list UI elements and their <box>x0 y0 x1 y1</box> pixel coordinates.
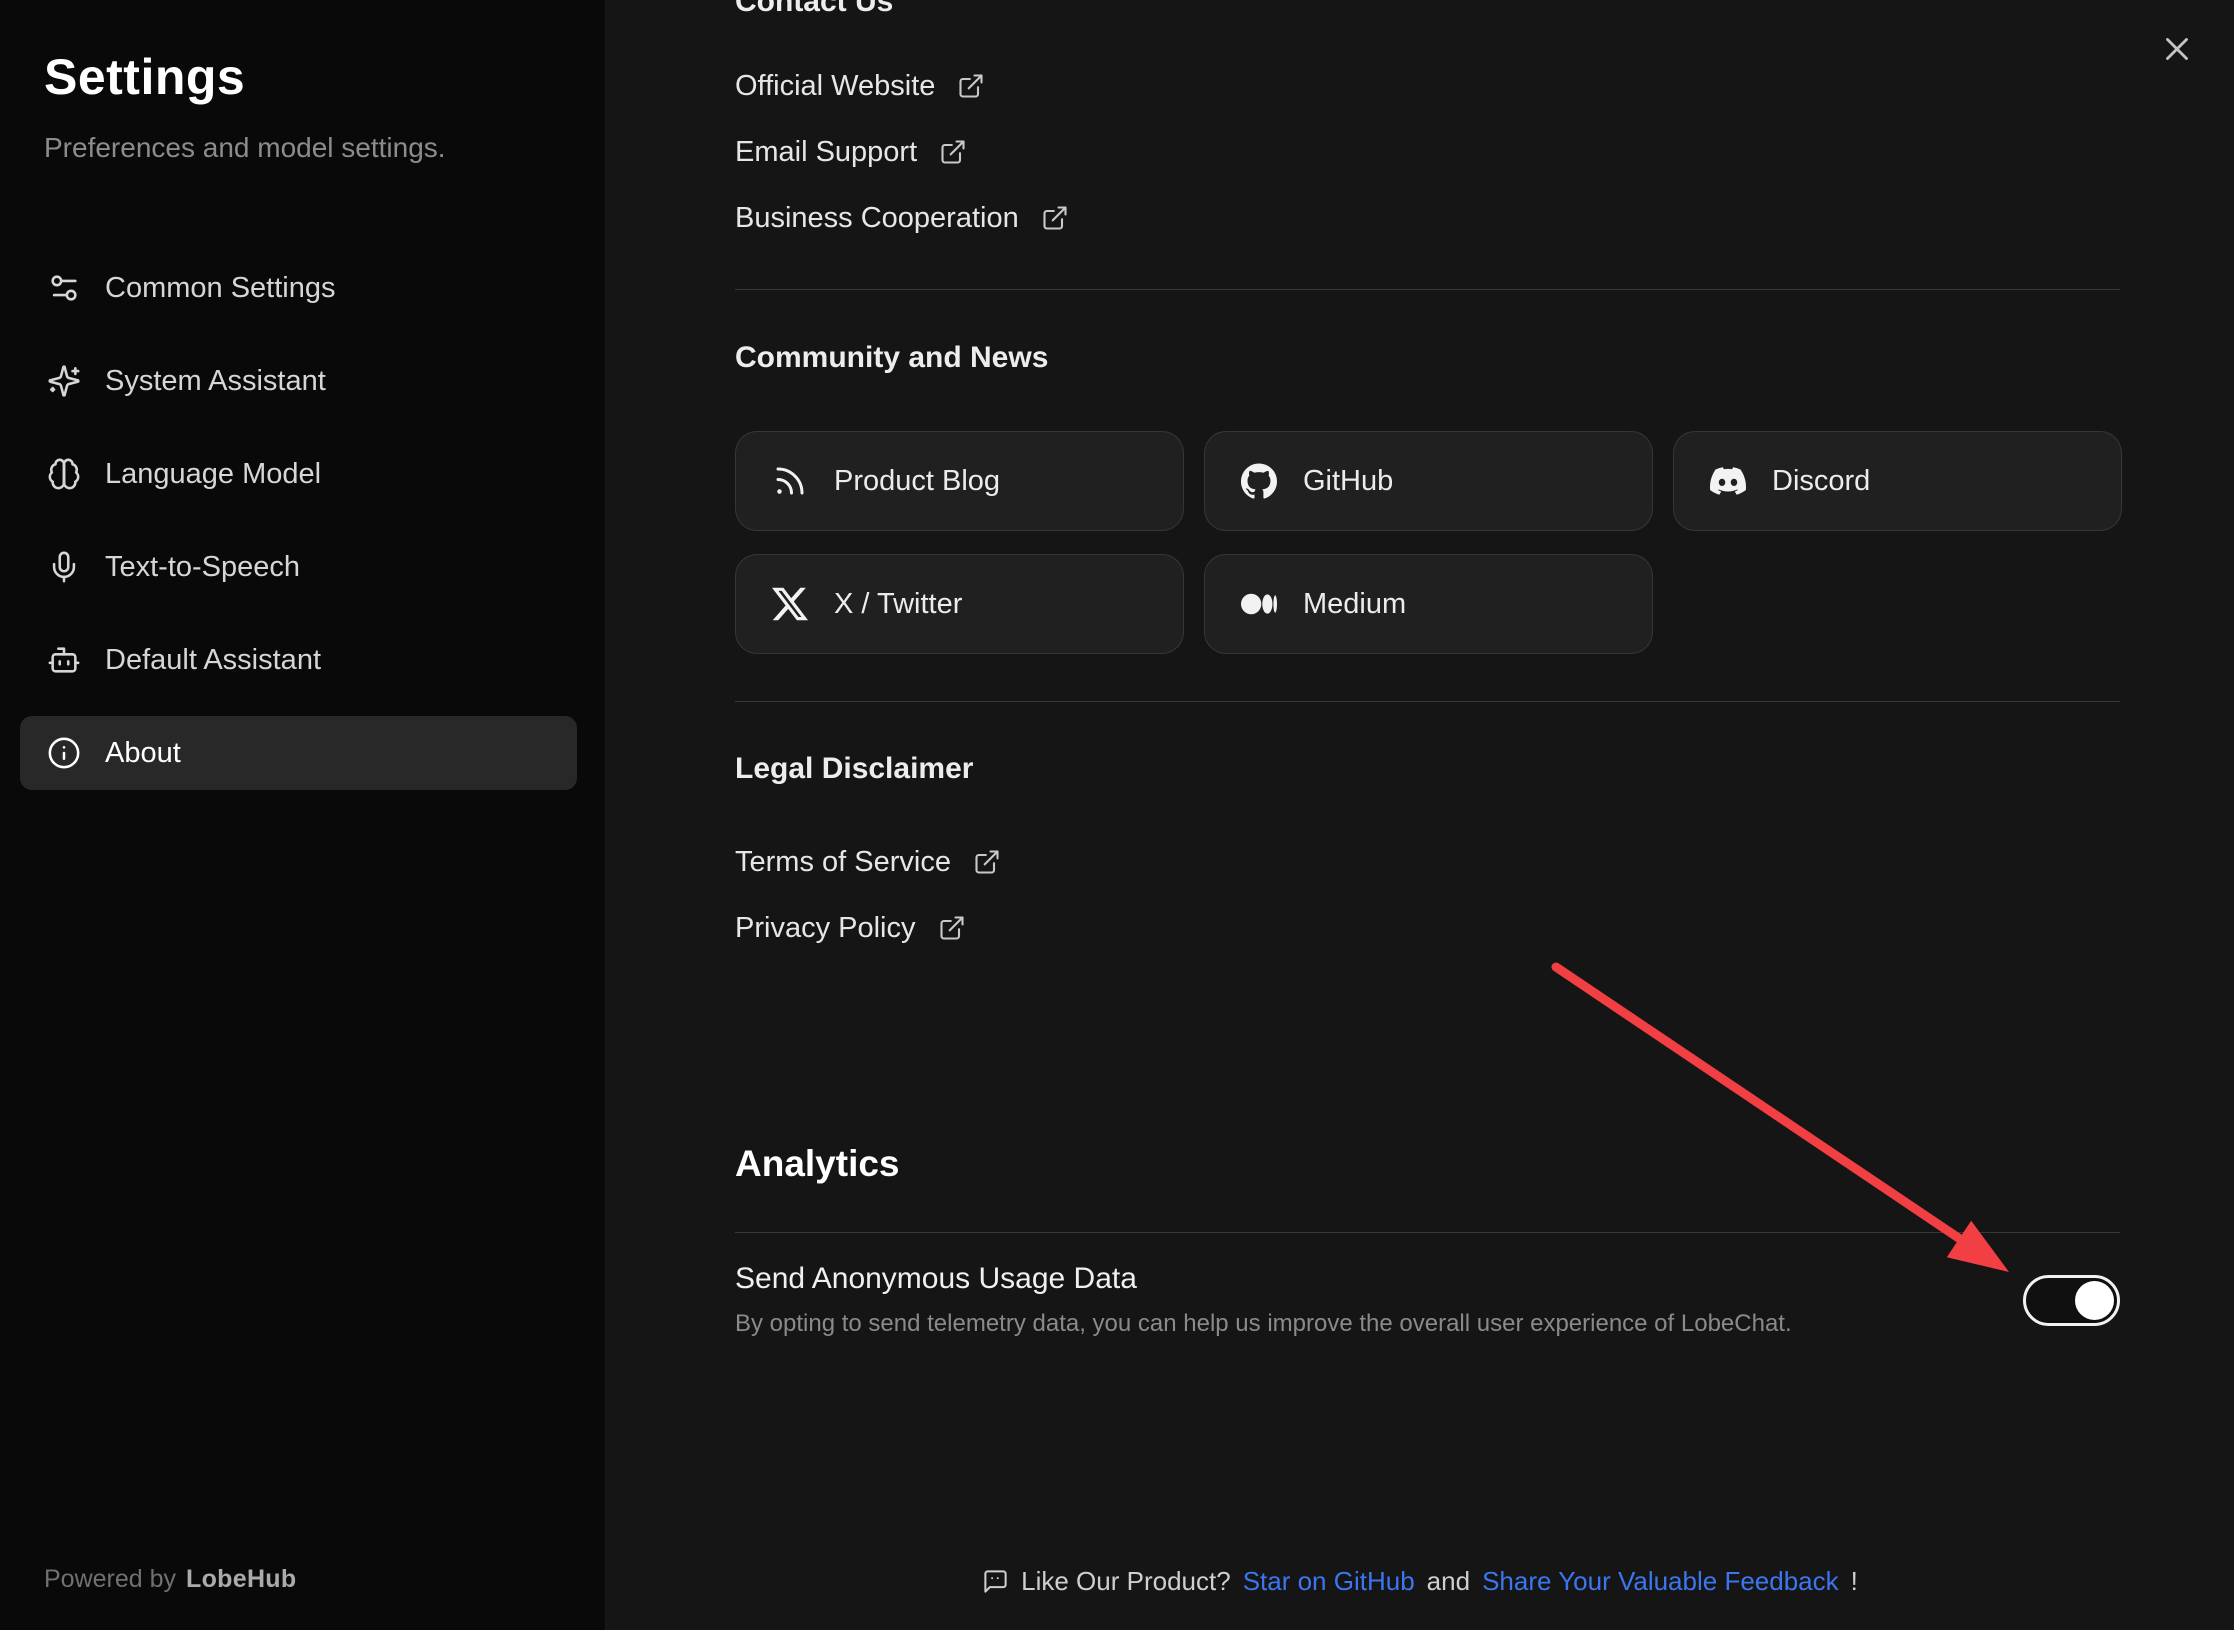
mic-icon <box>47 550 81 584</box>
discord-button[interactable]: Discord <box>1673 431 2122 531</box>
sidebar-item-system-assistant[interactable]: System Assistant <box>20 344 577 418</box>
sidebar-item-label: System Assistant <box>105 365 326 398</box>
terms-of-service-link[interactable]: Terms of Service <box>735 829 1001 895</box>
sidebar-item-label: About <box>105 737 181 770</box>
link-label: Email Support <box>735 136 917 169</box>
setting-description: By opting to send telemetry data, you ca… <box>735 1307 1792 1341</box>
sparkles-icon <box>47 364 81 398</box>
github-button[interactable]: GitHub <box>1204 431 1653 531</box>
sidebar-item-common-settings[interactable]: Common Settings <box>20 251 577 325</box>
official-website-link[interactable]: Official Website <box>735 53 985 119</box>
sidebar-item-language-model[interactable]: Language Model <box>20 437 577 511</box>
about-panel: Contact Us Official Website Email Suppor… <box>606 0 2234 1630</box>
star-on-github-link[interactable]: Star on GitHub <box>1243 1566 1415 1597</box>
toggle-knob <box>2075 1281 2114 1320</box>
email-support-link[interactable]: Email Support <box>735 119 967 185</box>
lobehub-brand[interactable]: LobeHub <box>186 1565 296 1593</box>
button-label: Product Blog <box>834 465 1000 498</box>
rss-icon <box>772 463 808 499</box>
community-heading: Community and News <box>735 340 2120 376</box>
link-label: Business Cooperation <box>735 202 1019 235</box>
sidebar-item-label: Text-to-Speech <box>105 551 300 584</box>
send-usage-toggle[interactable] <box>2023 1275 2120 1326</box>
page-subtitle: Preferences and model settings. <box>44 132 605 164</box>
analytics-heading: Analytics <box>735 1142 2120 1186</box>
page-footer: Like Our Product? Star on GitHub and Sha… <box>606 1566 2234 1597</box>
info-icon <box>47 736 81 770</box>
setting-text: Send Anonymous Usage Data By opting to s… <box>735 1259 1792 1341</box>
external-link-icon <box>939 138 967 166</box>
medium-button[interactable]: Medium <box>1204 554 1653 654</box>
sidebar-item-label: Common Settings <box>105 272 336 305</box>
business-cooperation-link[interactable]: Business Cooperation <box>735 185 1069 251</box>
setting-label: Send Anonymous Usage Data <box>735 1259 1792 1299</box>
share-feedback-link[interactable]: Share Your Valuable Feedback <box>1482 1566 1839 1597</box>
external-link-icon <box>1041 204 1069 232</box>
legal-links: Terms of Service Privacy Policy <box>735 829 2120 961</box>
footer-text: ! <box>1851 1566 1858 1597</box>
button-label: X / Twitter <box>834 588 962 621</box>
sidebar-item-label: Language Model <box>105 458 321 491</box>
button-label: GitHub <box>1303 465 1393 498</box>
bot-icon <box>47 643 81 677</box>
contact-links: Official Website Email Support Business … <box>735 53 2120 251</box>
sidebar-item-label: Default Assistant <box>105 644 321 677</box>
github-icon <box>1241 463 1277 499</box>
legal-heading: Legal Disclaimer <box>735 751 2120 787</box>
feedback-bubble-icon <box>982 1568 1009 1595</box>
section-divider <box>735 289 2120 290</box>
external-link-icon <box>938 914 966 942</box>
external-link-icon <box>957 72 985 100</box>
powered-by: Powered by LobeHub <box>44 1565 296 1594</box>
discord-icon <box>1710 463 1746 499</box>
sidebar-item-text-to-speech[interactable]: Text-to-Speech <box>20 530 577 604</box>
x-twitter-button[interactable]: X / Twitter <box>735 554 1184 654</box>
settings-nav: Common Settings System Assistant Languag… <box>20 251 577 809</box>
product-blog-button[interactable]: Product Blog <box>735 431 1184 531</box>
powered-by-text: Powered by <box>44 1565 176 1593</box>
x-icon <box>772 586 808 622</box>
settings-sidebar: Settings Preferences and model settings.… <box>0 0 606 1630</box>
privacy-policy-link[interactable]: Privacy Policy <box>735 895 966 961</box>
button-label: Discord <box>1772 465 1870 498</box>
medium-icon <box>1241 586 1277 622</box>
button-label: Medium <box>1303 588 1406 621</box>
link-label: Official Website <box>735 70 935 103</box>
brain-icon <box>47 457 81 491</box>
sidebar-item-default-assistant[interactable]: Default Assistant <box>20 623 577 697</box>
sidebar-item-about[interactable]: About <box>20 716 577 790</box>
section-divider <box>735 701 2120 702</box>
footer-text: and <box>1427 1566 1470 1597</box>
section-divider <box>735 1232 2120 1233</box>
send-usage-setting: Send Anonymous Usage Data By opting to s… <box>735 1259 2120 1341</box>
community-buttons: Product Blog GitHub Discord X / Twitter … <box>735 431 2120 654</box>
close-button[interactable] <box>2154 26 2200 72</box>
sliders-icon <box>47 271 81 305</box>
link-label: Privacy Policy <box>735 912 916 945</box>
external-link-icon <box>973 848 1001 876</box>
footer-text: Like Our Product? <box>1021 1566 1231 1597</box>
page-title: Settings <box>44 48 605 106</box>
contact-heading: Contact Us <box>735 0 2120 20</box>
link-label: Terms of Service <box>735 846 951 879</box>
